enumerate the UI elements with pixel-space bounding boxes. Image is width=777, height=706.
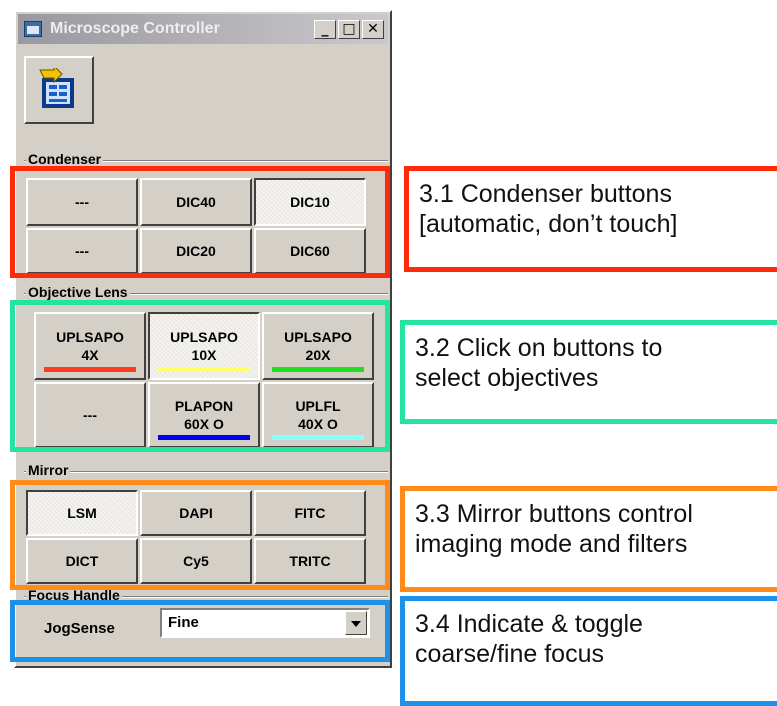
window-title: Microscope Controller: [50, 20, 220, 37]
title-bar[interactable]: Microscope Controller _ □ ✕: [18, 14, 388, 44]
condenser-callout: 3.1 Condenser buttons [automatic, don’t …: [404, 166, 777, 272]
callout-line: 3.2 Click on buttons to: [415, 334, 663, 362]
callout-line: select objectives: [415, 364, 599, 392]
close-button[interactable]: ✕: [362, 20, 384, 39]
load-config-button[interactable]: [24, 56, 94, 124]
window-icon: [24, 21, 42, 37]
mirror-group-frame: [24, 471, 388, 473]
objective-callout: 3.2 Click on buttons to select objective…: [400, 320, 777, 424]
callout-line: coarse/fine focus: [415, 640, 604, 668]
callout-line: 3.1 Condenser buttons: [419, 180, 672, 208]
focus-callout: 3.4 Indicate & toggle coarse/fine focus: [400, 596, 777, 706]
objective-group-label: Objective Lens: [26, 284, 130, 300]
minimize-button[interactable]: _: [314, 20, 336, 39]
condenser-group-label: Condenser: [26, 151, 104, 167]
callout-line: imaging mode and filters: [415, 530, 688, 558]
callout-line: 3.4 Indicate & toggle: [415, 610, 643, 638]
mirror-highlight-box: [10, 480, 390, 590]
maximize-button[interactable]: □: [338, 20, 360, 39]
load-config-icon: [39, 68, 74, 108]
window-controls: _ □ ✕: [314, 20, 384, 39]
focus-highlight-box: [10, 600, 390, 662]
condenser-highlight-box: [10, 166, 390, 278]
callout-line: 3.3 Mirror buttons control: [415, 500, 693, 528]
mirror-group-label: Mirror: [26, 462, 71, 478]
objective-highlight-box: [10, 300, 390, 452]
mirror-callout: 3.3 Mirror buttons control imaging mode …: [400, 486, 777, 592]
callout-line: [automatic, don’t touch]: [419, 210, 678, 238]
